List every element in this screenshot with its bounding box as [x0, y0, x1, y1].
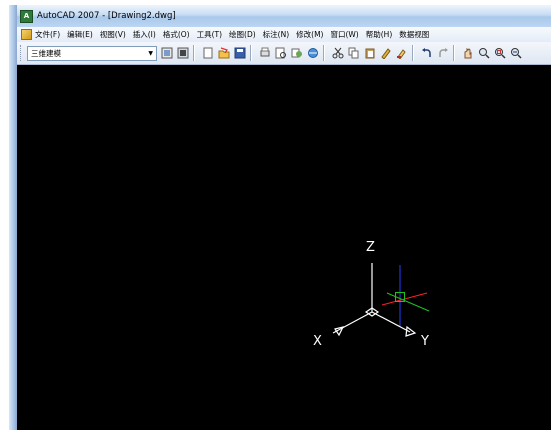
axis-label-x: X — [313, 334, 322, 349]
match-properties-icon[interactable] — [379, 47, 392, 60]
plot-preview-icon[interactable] — [274, 47, 287, 60]
workspace-toggle-icon[interactable] — [176, 47, 189, 60]
paste-icon[interactable] — [363, 47, 376, 60]
menu-bar: 文件(F) 编辑(E) 视图(V) 插入(I) 格式(O) 工具(T) 绘图(D… — [17, 27, 551, 42]
new-icon[interactable] — [201, 47, 214, 60]
cut-icon[interactable] — [331, 47, 344, 60]
workspace-settings-icon[interactable] — [160, 47, 173, 60]
ucs-icon — [332, 263, 430, 337]
zoom-previous-icon[interactable] — [509, 47, 522, 60]
axis-label-y: Y — [421, 334, 429, 349]
axis-label-z: Z — [366, 240, 375, 255]
autocad-app-icon[interactable]: A — [20, 9, 33, 23]
zoom-realtime-icon[interactable] — [477, 47, 490, 60]
toolbar-separator — [412, 45, 414, 61]
redo-icon[interactable] — [436, 47, 449, 60]
toolbar-separator — [193, 45, 195, 61]
menu-insert[interactable]: 插入(I) — [133, 29, 156, 40]
menu-view[interactable]: 视图(V) — [100, 29, 126, 40]
block-editor-icon[interactable] — [395, 47, 408, 60]
menu-edit[interactable]: 编辑(E) — [67, 29, 93, 40]
autocad-window: A AutoCAD 2007 - [Drawing2.dwg] 文件(F) 编辑… — [9, 5, 551, 430]
title-bar[interactable]: A AutoCAD 2007 - [Drawing2.dwg] — [17, 5, 551, 27]
menu-dimension[interactable]: 标注(N) — [263, 29, 289, 40]
workspace-value: 三维建模 — [31, 48, 61, 58]
menu-file[interactable]: 文件(F) — [35, 29, 60, 40]
menu-format[interactable]: 格式(O) — [163, 29, 190, 40]
menu-data-view[interactable]: 数据视图 — [399, 29, 429, 40]
open-icon[interactable] — [217, 47, 230, 60]
publish-icon[interactable] — [290, 47, 303, 60]
workspace-dropdown[interactable]: 三维建模 ▼ — [27, 45, 157, 61]
plot-icon[interactable] — [258, 47, 271, 60]
y-arrowhead — [405, 325, 417, 337]
copy-icon[interactable] — [347, 47, 360, 60]
toolbar-grip[interactable] — [20, 45, 24, 61]
zoom-window-icon[interactable] — [493, 47, 506, 60]
menu-modify[interactable]: 修改(M) — [296, 29, 323, 40]
chevron-down-icon: ▼ — [148, 49, 153, 57]
menu-tools[interactable]: 工具(T) — [197, 29, 222, 40]
undo-icon[interactable] — [420, 47, 433, 60]
toolbar-separator — [323, 45, 325, 61]
menu-window[interactable]: 窗口(W) — [330, 29, 358, 40]
toolbar-separator — [250, 45, 252, 61]
window-left-border — [9, 5, 17, 430]
window-title: AutoCAD 2007 - [Drawing2.dwg] — [37, 11, 176, 21]
save-icon[interactable] — [233, 47, 246, 60]
menu-help[interactable]: 帮助(H) — [366, 29, 393, 40]
document-icon[interactable] — [21, 29, 32, 40]
menu-draw[interactable]: 绘图(D) — [229, 29, 256, 40]
toolbar-separator — [453, 45, 455, 61]
pan-icon[interactable] — [461, 47, 474, 60]
3d-dwf-icon[interactable] — [306, 47, 319, 60]
x-arrowhead — [334, 326, 345, 337]
standard-toolbar: 三维建模 ▼ — [17, 42, 551, 65]
drawing-viewport[interactable]: Z X Y — [17, 65, 551, 430]
